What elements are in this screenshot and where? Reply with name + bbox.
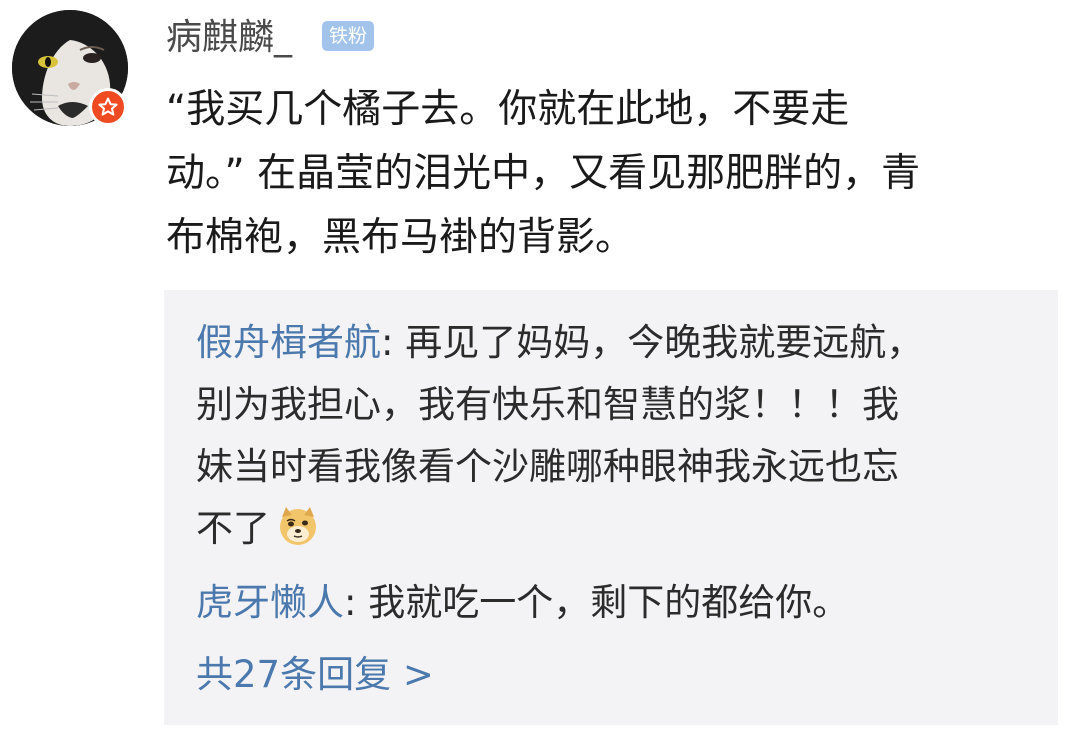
doge-emoji-icon [276,503,320,547]
reply-item[interactable]: 假舟楫者航: 再见了妈妈，今晚我就要远航， 别为我担心，我有快乐和智慧的浆！！！… [196,312,923,560]
fan-badge[interactable]: 铁粉 [322,21,375,51]
post-text: “我买几个橘子去。你就在此地，不要走 动。” 在晶莹的泪光中，又看见那肥胖的，青… [166,78,1058,270]
replies-panel[interactable]: 假舟楫者航: 再见了妈妈，今晚我就要远航， 别为我担心，我有快乐和智慧的浆！！！… [164,290,1058,725]
reply-separator: : [344,581,369,624]
vip-star-icon [89,88,127,126]
reply-item[interactable]: 虎牙懒人: 我就吃一个，剩下的都给你。 [196,572,849,634]
reply-last-line: 不了 [196,498,923,560]
reply-line: 虎牙懒人: 我就吃一个，剩下的都给你。 [196,572,849,634]
reply-text: 再见了妈妈，今晚我就要远航， [405,321,924,364]
reply-author[interactable]: 假舟楫者航 [196,321,381,364]
reply-author[interactable]: 虎牙懒人 [196,581,344,624]
post-text-line: 动。” 在晶莹的泪光中，又看见那肥胖的，青 [166,151,921,196]
reply-text: 不了 [196,507,270,550]
reply-separator: : [381,321,406,364]
reply-first-line: 假舟楫者航: 再见了妈妈，今晚我就要远航， [196,312,923,374]
username[interactable]: 病麒麟_ [166,16,292,60]
reply-text: 别为我担心，我有快乐和智慧的浆！！！我 [196,383,899,426]
post-text-line: “我买几个橘子去。你就在此地，不要走 [166,87,850,132]
post-text-line: 布棉袍，黑布马褂的背影。 [166,215,635,260]
reply-text: 我就吃一个，剩下的都给你。 [368,581,850,624]
more-replies-link[interactable]: 共27条回复 > [196,644,434,706]
reply-text: 妹当时看我像看个沙雕哪种眼神我永远也忘 [196,445,899,488]
